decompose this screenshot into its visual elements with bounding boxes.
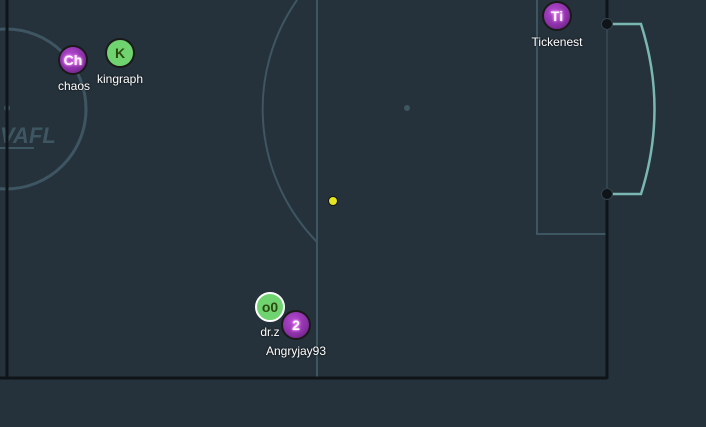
goal-net	[607, 22, 656, 196]
player-initials: Ch	[63, 52, 83, 68]
player-initials: K	[114, 45, 126, 61]
right-spot	[404, 105, 410, 111]
player-name-label: Tickenest	[531, 35, 583, 49]
player-name-label: Angryjay93	[265, 344, 327, 358]
player-kingraph: K	[105, 38, 135, 68]
center-arc	[261, 0, 318, 243]
player-name-label: chaos	[57, 79, 91, 93]
player-tickenest: Ti	[542, 1, 572, 31]
player-name-label: dr.z	[260, 325, 280, 339]
ball	[328, 196, 338, 206]
player-name-label: kingraph	[96, 72, 144, 86]
player-self-drz: o0	[255, 292, 285, 322]
pitch-lines: VAFL	[0, 0, 656, 380]
player-chaos: Ch	[58, 45, 88, 75]
goal-post-top	[601, 18, 613, 30]
player-initials: 2	[292, 317, 300, 333]
player-initials: o0	[261, 299, 279, 315]
game-field: VAFL Ch chaos K kingraph Ti Tickenest 2 …	[0, 0, 706, 427]
player-angryjay93: 2	[281, 310, 311, 340]
player-initials: Ti	[550, 8, 564, 24]
goal-post-bottom	[601, 188, 613, 200]
